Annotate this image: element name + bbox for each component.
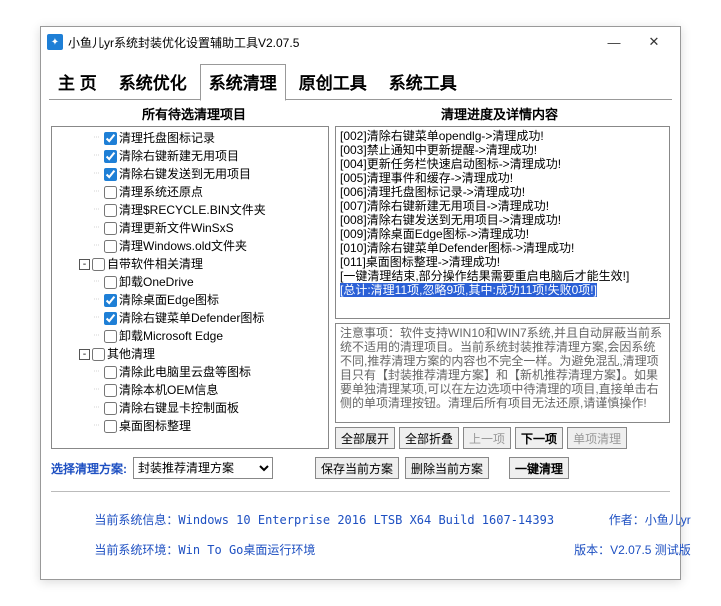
- item-label: 清理Windows.old文件夹: [119, 237, 247, 255]
- item-label: 清除右键菜单Defender图标: [119, 309, 264, 327]
- tree-item[interactable]: ⋯卸载Microsoft Edge: [54, 327, 326, 345]
- item-checkbox[interactable]: [104, 150, 117, 163]
- log-line: [007]清除右键新建无用项目->清理成功!: [340, 199, 665, 213]
- tab-clean[interactable]: 系统清理: [200, 64, 286, 101]
- log-line: [011]桌面图标整理->清理成功!: [340, 255, 665, 269]
- log-line: [008]清除右键发送到无用项目->清理成功!: [340, 213, 665, 227]
- log-line: [005]清理事件和缓存->清理成功!: [340, 171, 665, 185]
- progress-header: 清理进度及详情内容: [333, 104, 666, 123]
- tree-group[interactable]: - 自带软件相关清理: [54, 255, 326, 273]
- minimize-button[interactable]: —: [594, 30, 634, 54]
- item-checkbox[interactable]: [92, 258, 105, 271]
- item-checkbox[interactable]: [104, 402, 117, 415]
- delete-scheme-button[interactable]: 删除当前方案: [405, 457, 489, 479]
- item-checkbox[interactable]: [104, 204, 117, 217]
- tab-optimize[interactable]: 系统优化: [110, 64, 196, 101]
- expand-toggle[interactable]: -: [79, 349, 90, 360]
- tree-item[interactable]: ⋯清理Windows.old文件夹: [54, 237, 326, 255]
- tab-systools[interactable]: 系统工具: [380, 64, 466, 101]
- log-line: [009]清除桌面Edge图标->清理成功!: [340, 227, 665, 241]
- log-line: [003]禁止通知中更新提醒->清理成功!: [340, 143, 665, 157]
- item-checkbox[interactable]: [104, 132, 117, 145]
- item-checkbox[interactable]: [104, 294, 117, 307]
- app-window: ✦ 小鱼儿yr系统封装优化设置辅助工具V2.07.5 — ✕ 主 页 系统优化 …: [40, 26, 681, 580]
- log-panel[interactable]: [002]清除右键菜单opendlg->清理成功![003]禁止通知中更新提醒-…: [335, 126, 670, 319]
- item-label: 其他清理: [107, 345, 155, 363]
- item-label: 卸载Microsoft Edge: [119, 327, 223, 345]
- save-scheme-button[interactable]: 保存当前方案: [315, 457, 399, 479]
- log-line: [004]更新任务栏快速启动图标->清理成功!: [340, 157, 665, 171]
- item-label: 清除右键新建无用项目: [119, 147, 239, 165]
- items-header: 所有待选清理项目: [55, 104, 333, 123]
- tree-item[interactable]: ⋯清理更新文件WinSxS: [54, 219, 326, 237]
- item-label: 清除此电脑里云盘等图标: [119, 363, 251, 381]
- tab-home[interactable]: 主 页: [49, 64, 106, 101]
- item-label: 自带软件相关清理: [107, 255, 203, 273]
- item-checkbox[interactable]: [104, 366, 117, 379]
- tree-item[interactable]: ⋯清理系统还原点: [54, 183, 326, 201]
- item-label: 清理系统还原点: [119, 183, 203, 201]
- one-click-clean-button[interactable]: 一键清理: [509, 457, 569, 479]
- tree-item[interactable]: ⋯清除右键显卡控制面板: [54, 399, 326, 417]
- tree-item[interactable]: ⋯清理$RECYCLE.BIN文件夹: [54, 201, 326, 219]
- tree-item[interactable]: ⋯清除桌面Edge图标: [54, 291, 326, 309]
- item-checkbox[interactable]: [104, 384, 117, 397]
- tree-item[interactable]: ⋯清除右键发送到无用项目: [54, 165, 326, 183]
- item-checkbox[interactable]: [104, 276, 117, 289]
- log-line: [002]清除右键菜单opendlg->清理成功!: [340, 129, 665, 143]
- collapse-all-button[interactable]: 全部折叠: [399, 427, 459, 449]
- title-bar: ✦ 小鱼儿yr系统封装优化设置辅助工具V2.07.5 — ✕: [41, 27, 680, 57]
- log-line-selected: [总计:清理11项,忽略9项,其中:成功11项!失败0项!]: [340, 283, 597, 297]
- tree-item[interactable]: ⋯桌面图标整理: [54, 417, 326, 435]
- item-label: 卸载OneDrive: [119, 273, 194, 291]
- expand-toggle[interactable]: -: [79, 259, 90, 270]
- next-item-button[interactable]: 下一项: [515, 427, 563, 449]
- tree-item[interactable]: ⋯清除此电脑里云盘等图标: [54, 363, 326, 381]
- tree-item[interactable]: ⋯清理托盘图标记录: [54, 129, 326, 147]
- log-line: [006]清理托盘图标记录->清理成功!: [340, 185, 665, 199]
- expand-all-button[interactable]: 全部展开: [335, 427, 395, 449]
- item-checkbox[interactable]: [104, 186, 117, 199]
- window-title: 小鱼儿yr系统封装优化设置辅助工具V2.07.5: [68, 34, 594, 51]
- log-line: [一键清理结束,部分操作结果需要重启电脑后才能生效!]: [340, 269, 665, 283]
- tree-item[interactable]: ⋯清除右键菜单Defender图标: [54, 309, 326, 327]
- tree-item[interactable]: ⋯清除右键新建无用项目: [54, 147, 326, 165]
- item-label: 清除右键发送到无用项目: [119, 165, 251, 183]
- app-icon: ✦: [47, 34, 63, 50]
- tab-bar: 主 页 系统优化 系统清理 原创工具 系统工具: [41, 57, 680, 100]
- item-checkbox[interactable]: [104, 420, 117, 433]
- item-checkbox[interactable]: [92, 348, 105, 361]
- scheme-label: 选择清理方案:: [51, 460, 127, 477]
- column-headers: 所有待选清理项目 清理进度及详情内容: [41, 101, 680, 126]
- item-label: 清理更新文件WinSxS: [119, 219, 234, 237]
- scheme-select[interactable]: 封装推荐清理方案: [133, 457, 273, 479]
- item-label: 桌面图标整理: [119, 417, 191, 435]
- cleanup-tree[interactable]: ⋯清理托盘图标记录⋯清除右键新建无用项目⋯清除右键发送到无用项目⋯清理系统还原点…: [51, 126, 329, 449]
- item-label: 清除本机OEM信息: [119, 381, 218, 399]
- tree-group[interactable]: - 其他清理: [54, 345, 326, 363]
- item-checkbox[interactable]: [104, 168, 117, 181]
- prev-item-button[interactable]: 上一项: [463, 427, 511, 449]
- item-label: 清除右键显卡控制面板: [119, 399, 239, 417]
- status-bar: 当前系统信息：Windows 10 Enterprise 2016 LTSB X…: [41, 498, 680, 579]
- tree-item[interactable]: ⋯卸载OneDrive: [54, 273, 326, 291]
- tab-original[interactable]: 原创工具: [290, 64, 376, 101]
- item-checkbox[interactable]: [104, 240, 117, 253]
- item-checkbox[interactable]: [104, 222, 117, 235]
- log-line: [010]清除右键菜单Defender图标->清理成功!: [340, 241, 665, 255]
- item-checkbox[interactable]: [104, 312, 117, 325]
- divider: [51, 491, 670, 492]
- close-button[interactable]: ✕: [634, 30, 674, 54]
- note-panel: 注意事项：软件支持WIN10和WIN7系统,并且自动屏蔽当前系统不适用的清理项目…: [335, 323, 670, 423]
- item-label: 清除桌面Edge图标: [119, 291, 219, 309]
- single-clean-button[interactable]: 单项清理: [567, 427, 627, 449]
- action-button-row: 全部展开 全部折叠 上一项 下一项 单项清理: [335, 427, 670, 449]
- item-checkbox[interactable]: [104, 330, 117, 343]
- item-label: 清理托盘图标记录: [119, 129, 215, 147]
- tree-item[interactable]: ⋯清除本机OEM信息: [54, 381, 326, 399]
- item-label: 清理$RECYCLE.BIN文件夹: [119, 201, 266, 219]
